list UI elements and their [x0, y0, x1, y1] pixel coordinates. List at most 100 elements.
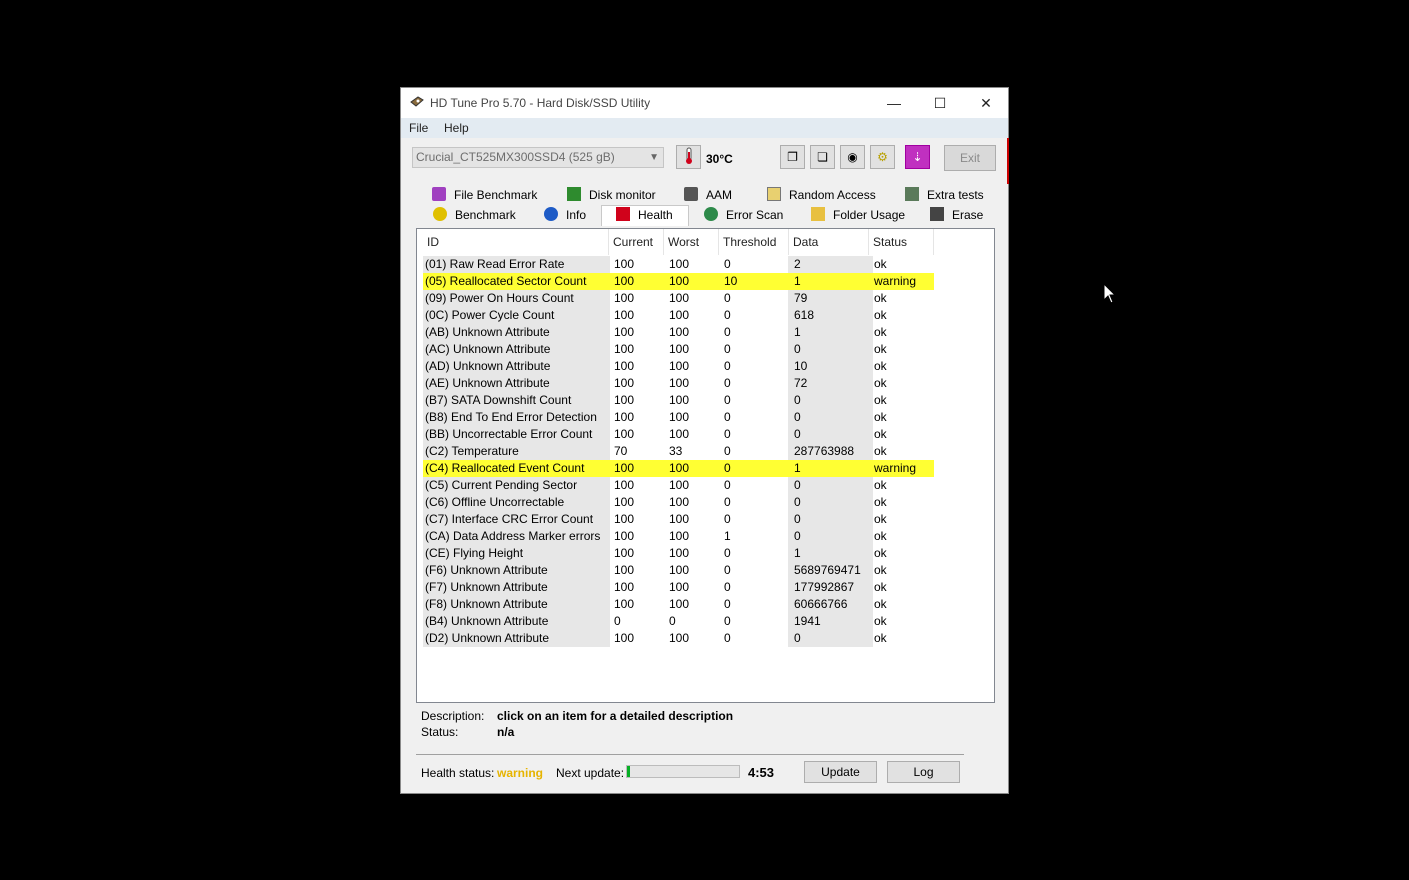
table-row[interactable]: (AB) Unknown Attribute 100 100 0 1 ok: [423, 324, 934, 341]
cell-threshold: 0: [724, 631, 731, 645]
copy-all-icon: ❏: [817, 150, 828, 164]
tab-benchmark[interactable]: Benchmark: [433, 206, 516, 225]
cell-status: ok: [874, 257, 887, 271]
table-row[interactable]: (05) Reallocated Sector Count 100 100 10 1 wa…: [423, 273, 934, 290]
cell-worst: 100: [669, 546, 690, 560]
cell-current: 100: [614, 631, 635, 645]
cell-worst: 100: [669, 631, 690, 645]
cell-current: 100: [614, 512, 635, 526]
screenshot-button[interactable]: ◉: [840, 145, 865, 169]
table-row[interactable]: (01) Raw Read Error Rate 100 100 0 2 ok: [423, 256, 934, 273]
cell-data: 1: [788, 460, 873, 477]
cell-threshold: 0: [724, 410, 731, 424]
cell-status: ok: [874, 529, 887, 543]
tab-label: Random Access: [789, 188, 876, 202]
update-button[interactable]: Update: [804, 761, 877, 783]
cell-id: (F6) Unknown Attribute: [423, 562, 610, 579]
temperature-button[interactable]: [676, 145, 701, 169]
column-header-data[interactable]: Data: [789, 229, 869, 255]
cell-worst: 100: [669, 410, 690, 424]
table-row[interactable]: (AE) Unknown Attribute 100 100 0 72 ok: [423, 375, 934, 392]
cell-worst: 100: [669, 359, 690, 373]
table-row[interactable]: (BB) Uncorrectable Error Count 100 100 0 0 ok: [423, 426, 934, 443]
cell-data: 618: [788, 307, 873, 324]
tab-health[interactable]: Health: [601, 205, 689, 226]
tab-extra-tests[interactable]: Extra tests: [905, 186, 984, 205]
table-row[interactable]: (CE) Flying Height 100 100 0 1 ok: [423, 545, 934, 562]
extra-tests-icon: [905, 187, 919, 201]
tab-label: Health: [638, 208, 673, 222]
cell-id: (05) Reallocated Sector Count: [423, 273, 610, 290]
cell-status: ok: [874, 580, 887, 594]
tab-disk-monitor[interactable]: Disk monitor: [567, 186, 656, 205]
description-label: Description:: [421, 709, 485, 723]
tab-label: AAM: [706, 188, 733, 202]
tab-folder-usage[interactable]: Folder Usage: [811, 206, 905, 225]
table-row[interactable]: (C6) Offline Uncorrectable 100 100 0 0 ok: [423, 494, 934, 511]
column-header-threshold[interactable]: Threshold: [719, 229, 789, 255]
cell-data: 60666766: [788, 596, 873, 613]
table-row[interactable]: (AD) Unknown Attribute 100 100 0 10 ok: [423, 358, 934, 375]
cell-id: (BB) Uncorrectable Error Count: [423, 426, 610, 443]
log-button[interactable]: Log: [887, 761, 960, 783]
tab-file-benchmark[interactable]: File Benchmark: [432, 186, 537, 205]
table-row[interactable]: (F8) Unknown Attribute 100 100 0 60666766 ok: [423, 596, 934, 613]
column-header-worst[interactable]: Worst: [664, 229, 719, 255]
cell-worst: 100: [669, 529, 690, 543]
cell-threshold: 0: [724, 495, 731, 509]
minimize-button[interactable]: —: [871, 88, 917, 118]
tab-info[interactable]: Info: [544, 206, 586, 225]
table-row[interactable]: (C5) Current Pending Sector 100 100 0 0 ok: [423, 477, 934, 494]
column-header-id[interactable]: ID: [423, 229, 609, 255]
table-row[interactable]: (B8) End To End Error Detection 100 100 0 0 o…: [423, 409, 934, 426]
table-row[interactable]: (AC) Unknown Attribute 100 100 0 0 ok: [423, 341, 934, 358]
cell-threshold: 1: [724, 529, 731, 543]
table-row[interactable]: (D2) Unknown Attribute 100 100 0 0 ok: [423, 630, 934, 647]
cell-status: ok: [874, 342, 887, 356]
menu-file[interactable]: File: [409, 121, 428, 135]
maximize-button[interactable]: ☐: [917, 88, 963, 118]
column-header-current[interactable]: Current: [609, 229, 664, 255]
download-button[interactable]: ⇣: [905, 145, 930, 169]
tab-random-access[interactable]: Random Access: [767, 186, 876, 205]
cell-id: (AC) Unknown Attribute: [423, 341, 610, 358]
table-row[interactable]: (CA) Data Address Marker errors 100 100 1 0 o…: [423, 528, 934, 545]
copy-all-button[interactable]: ❏: [810, 145, 835, 169]
exit-button[interactable]: Exit: [944, 145, 996, 171]
cell-threshold: 0: [724, 427, 731, 441]
column-header-status[interactable]: Status: [869, 229, 934, 255]
close-button[interactable]: ✕: [963, 88, 1009, 118]
cell-status: ok: [874, 614, 887, 628]
table-row[interactable]: (C7) Interface CRC Error Count 100 100 0 0 ok: [423, 511, 934, 528]
cell-status: ok: [874, 546, 887, 560]
table-row[interactable]: (F6) Unknown Attribute 100 100 0 5689769471 o…: [423, 562, 934, 579]
table-row[interactable]: (09) Power On Hours Count 100 100 0 79 ok: [423, 290, 934, 307]
cell-threshold: 0: [724, 393, 731, 407]
menu-help[interactable]: Help: [444, 121, 469, 135]
options-button[interactable]: ⚙: [870, 145, 895, 169]
cell-status: ok: [874, 495, 887, 509]
cell-current: 100: [614, 342, 635, 356]
table-row[interactable]: (C2) Temperature 70 33 0 287763988 ok: [423, 443, 934, 460]
cell-threshold: 0: [724, 325, 731, 339]
table-row[interactable]: (B7) SATA Downshift Count 100 100 0 0 ok: [423, 392, 934, 409]
cell-worst: 100: [669, 257, 690, 271]
table-row[interactable]: (B4) Unknown Attribute 0 0 0 1941 ok: [423, 613, 934, 630]
cell-current: 100: [614, 478, 635, 492]
table-row[interactable]: (C4) Reallocated Event Count 100 100 0 1 warn…: [423, 460, 934, 477]
app-icon: [410, 96, 424, 107]
cell-threshold: 0: [724, 444, 731, 458]
drive-select[interactable]: Crucial_CT525MX300SSD4 (525 gB) ▼: [412, 147, 664, 168]
tab-error-scan[interactable]: Error Scan: [704, 206, 783, 225]
copy-text-button[interactable]: ❐: [780, 145, 805, 169]
tab-aam[interactable]: AAM: [684, 186, 732, 205]
cell-data: 0: [788, 528, 873, 545]
cell-status: ok: [874, 308, 887, 322]
table-row[interactable]: (0C) Power Cycle Count 100 100 0 618 ok: [423, 307, 934, 324]
update-progress-bar: [626, 765, 740, 778]
cell-data: 287763988: [788, 443, 873, 460]
title-bar[interactable]: HD Tune Pro 5.70 - Hard Disk/SSD Utility…: [401, 88, 1008, 118]
table-row[interactable]: (F7) Unknown Attribute 100 100 0 177992867 ok: [423, 579, 934, 596]
health-status-label: Health status:: [421, 766, 495, 780]
tab-erase[interactable]: Erase: [930, 206, 983, 225]
